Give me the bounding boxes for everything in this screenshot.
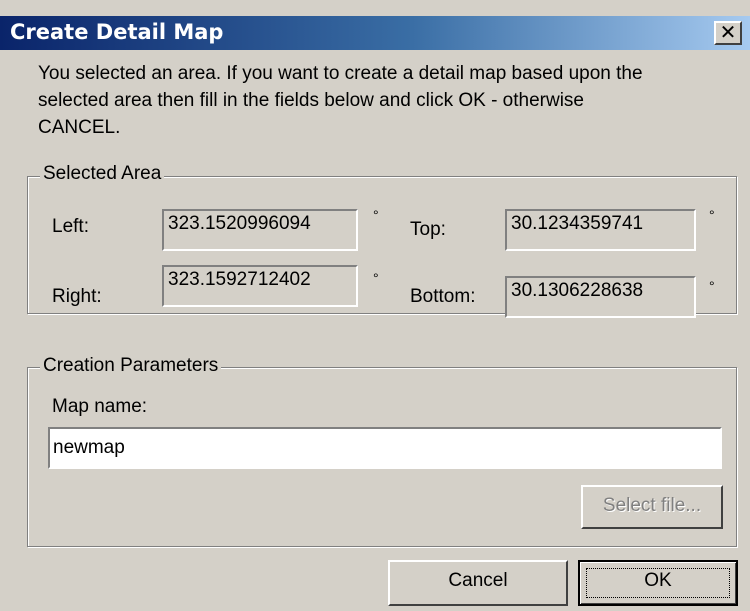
select-file-button[interactable]: Select file... (581, 485, 723, 529)
close-icon: ✕ (719, 20, 737, 44)
right-value: 323.1592712402 (168, 269, 311, 290)
top-degree: ° (709, 207, 715, 223)
dialog-title: Create Detail Map (10, 20, 224, 44)
creation-parameters-legend: Creation Parameters (40, 355, 222, 377)
map-name-label: Map name: (52, 396, 148, 417)
bottom-degree: ° (709, 278, 715, 294)
right-label: Right: (52, 286, 102, 307)
top-value: 30.1234359741 (511, 213, 644, 234)
title-bar[interactable]: Create Detail Map ✕ (0, 16, 750, 50)
bottom-label: Bottom: (410, 286, 476, 307)
bottom-value-field: 30.1306228638 (505, 276, 696, 318)
left-label: Left: (52, 216, 89, 237)
ok-label: OK (644, 570, 672, 591)
top-value-field: 30.1234359741 (505, 209, 696, 251)
right-degree: ° (373, 270, 379, 286)
map-name-input[interactable] (48, 427, 722, 469)
cancel-button[interactable]: Cancel (388, 560, 568, 606)
ok-button[interactable]: OK (578, 560, 738, 606)
left-value: 323.1520996094 (168, 213, 311, 234)
intro-line: selected area then fill in the fields be… (38, 90, 584, 111)
create-detail-map-dialog: Create Detail Map ✕ You selected an area… (0, 0, 750, 611)
left-degree: ° (373, 207, 379, 223)
cancel-label: Cancel (448, 570, 508, 591)
select-file-label: Select file... (602, 495, 702, 516)
selected-area-legend: Selected Area (40, 163, 165, 185)
top-label: Top: (410, 219, 446, 240)
intro-line: CANCEL. (38, 117, 121, 138)
intro-text: You selected an area. If you want to cre… (38, 60, 738, 141)
left-value-field: 323.1520996094 (162, 209, 358, 251)
intro-line: You selected an area. If you want to cre… (38, 63, 643, 84)
right-value-field: 323.1592712402 (162, 265, 358, 307)
bottom-value: 30.1306228638 (511, 280, 644, 301)
close-button[interactable]: ✕ (714, 21, 742, 45)
